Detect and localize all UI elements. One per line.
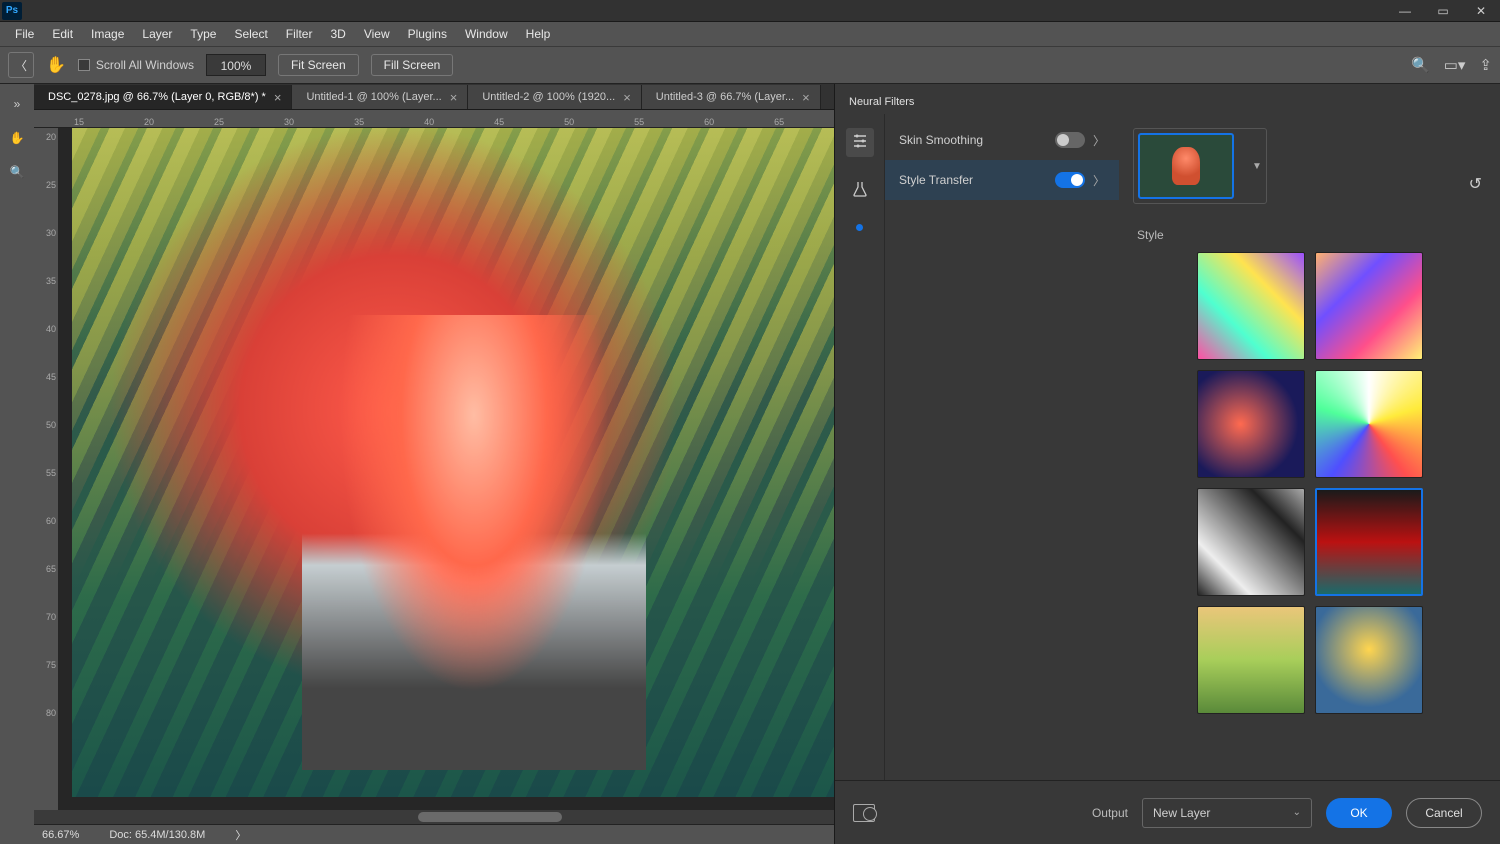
options-bar: 〈 ✋ Scroll All Windows 100% Fit Screen F… (0, 46, 1500, 84)
layer-mask-icon[interactable] (853, 804, 875, 822)
reset-icon[interactable]: ↺ (1469, 174, 1482, 194)
minimize-button[interactable]: — (1386, 0, 1424, 22)
chevron-down-icon: ⌄ (1293, 807, 1301, 818)
checkbox-icon (78, 59, 90, 71)
document-tab[interactable]: Untitled-2 @ 100% (1920... × (468, 85, 641, 109)
scroll-all-label: Scroll All Windows (96, 58, 194, 72)
hand-tool[interactable]: ✋ (5, 126, 29, 150)
zoom-readout: 66.67% (42, 829, 79, 841)
style-preset-4[interactable] (1315, 370, 1423, 478)
document-tab[interactable]: Untitled-1 @ 100% (Layer... × (292, 85, 468, 109)
document-tab[interactable]: Untitled-3 @ 66.7% (Layer... × (642, 85, 821, 109)
left-tool-strip: » ✋ 🔍 (0, 84, 34, 844)
workspace-switcher-icon[interactable]: ▭▾ (1444, 56, 1466, 74)
cancel-button[interactable]: Cancel (1406, 798, 1482, 828)
style-preset-5[interactable] (1197, 488, 1305, 596)
toggle-style-transfer[interactable] (1055, 172, 1085, 188)
output-select[interactable]: New Layer ⌄ (1142, 798, 1312, 828)
style-section-label: Style (1137, 228, 1486, 242)
filter-style-transfer[interactable]: Style Transfer 〉 (885, 160, 1119, 200)
back-button[interactable]: 〈 (8, 52, 34, 78)
style-preset-6[interactable] (1315, 488, 1423, 596)
output-label: Output (1092, 806, 1128, 820)
tab-close-icon[interactable]: × (623, 90, 631, 105)
style-preset-1[interactable] (1197, 252, 1305, 360)
active-indicator-icon (856, 224, 863, 231)
fit-screen-button[interactable]: Fit Screen (278, 54, 359, 76)
style-preset-7[interactable] (1197, 606, 1305, 714)
style-preset-2[interactable] (1315, 252, 1423, 360)
close-button[interactable]: ✕ (1462, 0, 1500, 22)
document-tab[interactable]: DSC_0278.jpg @ 66.7% (Layer 0, RGB/8*) *… (34, 85, 292, 109)
menu-bar: File Edit Image Layer Type Select Filter… (0, 22, 1500, 46)
menu-3d[interactable]: 3D (321, 24, 354, 44)
tab-label: Untitled-1 @ 100% (Layer... (306, 91, 441, 103)
filter-skin-smoothing[interactable]: Skin Smoothing 〉 (885, 120, 1119, 160)
tab-close-icon[interactable]: × (450, 90, 458, 105)
fill-screen-button[interactable]: Fill Screen (371, 54, 454, 76)
chevron-right-icon: 〉 (1093, 172, 1105, 189)
status-bar: 66.67% Doc: 65.4M/130.8M 〉 (34, 824, 834, 844)
menu-layer[interactable]: Layer (133, 24, 181, 44)
tab-label: Untitled-3 @ 66.7% (Layer... (656, 91, 794, 103)
share-icon[interactable]: ⇪ (1479, 56, 1492, 74)
zoom-tool[interactable]: 🔍 (5, 160, 29, 184)
tab-label: Untitled-2 @ 100% (1920... (482, 91, 615, 103)
menu-filter[interactable]: Filter (277, 24, 322, 44)
tab-label: DSC_0278.jpg @ 66.7% (Layer 0, RGB/8*) * (48, 91, 266, 103)
document-tab-strip: DSC_0278.jpg @ 66.7% (Layer 0, RGB/8*) *… (34, 84, 834, 110)
menu-image[interactable]: Image (82, 24, 133, 44)
style-preset-8[interactable] (1315, 606, 1423, 714)
style-grid (1133, 252, 1486, 714)
filter-options: ▼ ↺ Style (1119, 114, 1500, 780)
neural-filters-panel: Neural Filters Skin Smoothing 〉 (834, 84, 1500, 844)
menu-edit[interactable]: Edit (43, 24, 82, 44)
maximize-button[interactable]: ▭ (1424, 0, 1462, 22)
canvas-image (72, 128, 834, 797)
panel-tab-bar: Neural Filters (835, 84, 1500, 114)
canvas[interactable] (58, 128, 834, 810)
chevron-right-icon: 〉 (1093, 132, 1105, 149)
toggle-skin-smoothing[interactable] (1055, 132, 1085, 148)
expand-panels-icon[interactable]: » (5, 92, 29, 116)
menu-help[interactable]: Help (517, 24, 560, 44)
status-chevron-icon[interactable]: 〉 (235, 827, 246, 843)
document-area: DSC_0278.jpg @ 66.7% (Layer 0, RGB/8*) *… (34, 84, 834, 844)
filter-label: Skin Smoothing (899, 133, 983, 147)
app-logo: Ps (2, 2, 22, 20)
filter-category-column (835, 114, 885, 780)
panel-title: Neural Filters (835, 89, 928, 114)
scroll-all-windows-checkbox[interactable]: Scroll All Windows (78, 58, 194, 72)
menu-view[interactable]: View (355, 24, 399, 44)
doc-size-readout: Doc: 65.4M/130.8M (109, 829, 205, 841)
zoom-field[interactable]: 100% (206, 54, 266, 76)
source-thumbnail-selector[interactable]: ▼ (1133, 128, 1267, 204)
hand-tool-icon: ✋ (46, 55, 66, 75)
search-icon[interactable]: 🔍 (1411, 56, 1430, 74)
menu-file[interactable]: File (6, 24, 43, 44)
menu-window[interactable]: Window (456, 24, 517, 44)
menu-select[interactable]: Select (225, 24, 276, 44)
source-thumbnail (1138, 133, 1234, 199)
title-bar: Ps — ▭ ✕ (0, 0, 1500, 22)
vertical-ruler: 20253035404550556065707580 (34, 128, 58, 810)
menu-plugins[interactable]: Plugins (399, 24, 456, 44)
beta-filters-icon[interactable] (853, 181, 867, 200)
horizontal-ruler: 15202530354045505560657075 (34, 110, 834, 128)
style-preset-3[interactable] (1197, 370, 1305, 478)
filter-list: Skin Smoothing 〉 Style Transfer 〉 (885, 114, 1119, 780)
output-value: New Layer (1153, 806, 1210, 820)
scrollbar-thumb[interactable] (418, 812, 562, 822)
chevron-down-icon: ▼ (1252, 161, 1262, 172)
ok-button[interactable]: OK (1326, 798, 1392, 828)
filter-label: Style Transfer (899, 173, 973, 187)
horizontal-scrollbar[interactable] (34, 810, 834, 824)
panel-footer: Output New Layer ⌄ OK Cancel (835, 780, 1500, 844)
tab-close-icon[interactable]: × (802, 90, 810, 105)
featured-filters-icon[interactable] (846, 128, 874, 157)
menu-type[interactable]: Type (181, 24, 225, 44)
tab-close-icon[interactable]: × (274, 90, 282, 105)
